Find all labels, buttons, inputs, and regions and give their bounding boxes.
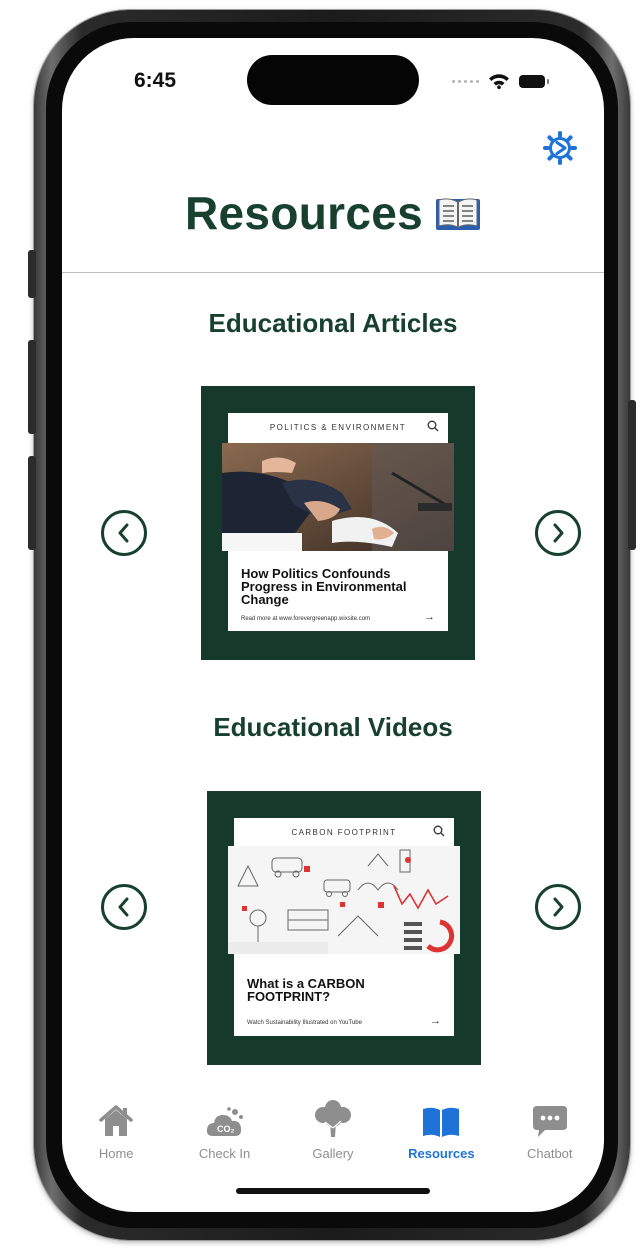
- arrow-right-icon: →: [430, 1015, 441, 1027]
- articles-next-button[interactable]: [535, 510, 581, 556]
- chevron-left-icon: [118, 897, 129, 917]
- tab-chatbot[interactable]: Chatbot: [496, 1098, 604, 1168]
- articles-prev-button[interactable]: [101, 510, 147, 556]
- power-button: [628, 400, 636, 550]
- chevron-right-icon: [553, 897, 564, 917]
- video-headline: What is a CARBON FOOTPRINT?: [247, 976, 365, 1004]
- book-icon: [423, 1107, 460, 1137]
- status-icons: [452, 71, 549, 91]
- open-book-emoji-icon: [435, 189, 481, 243]
- article-category-text: POLITICS & ENVIRONMENT: [269, 422, 407, 432]
- page-title-text: Resources: [185, 187, 423, 239]
- article-category: POLITICS & ENVIRONMENT: [228, 413, 448, 441]
- article-card-inner: POLITICS & ENVIRONMENT How Politics Conf…: [222, 413, 454, 631]
- chevron-right-icon: [553, 523, 564, 543]
- search-icon: [427, 420, 439, 432]
- co2-cloud-icon: CO₂: [206, 1107, 243, 1136]
- tree-icon: [314, 1100, 351, 1137]
- gear-icon: [543, 131, 577, 165]
- status-time: 6:45: [134, 69, 177, 92]
- video-footer: Watch Sustainability Illustrated on YouT…: [247, 1020, 362, 1026]
- app-screen: 6:45 Resources Educational Articles POLI…: [62, 38, 604, 1212]
- videos-next-button[interactable]: [535, 884, 581, 930]
- tab-label-check-in: Check In: [198, 1146, 251, 1161]
- tab-check-in[interactable]: CO₂ Check In: [170, 1098, 278, 1168]
- house-icon: [99, 1105, 133, 1136]
- signal-dots-icon: [452, 79, 479, 83]
- article-footer: Read more at www.forevergreenapp.wixsite…: [241, 616, 371, 622]
- article-photo-meeting: [222, 443, 454, 551]
- article-headline: How Politics Confounds Progress in Envir…: [241, 566, 407, 607]
- videos-prev-button[interactable]: [101, 884, 147, 930]
- tab-home[interactable]: Home: [62, 1098, 170, 1168]
- articles-section-title: Educational Articles: [208, 308, 458, 338]
- video-category: CARBON FOOTPRINT: [234, 818, 454, 846]
- video-thumbnail-sketch: [228, 846, 460, 954]
- video-category-text: CARBON FOOTPRINT: [291, 827, 397, 837]
- header-divider: [62, 272, 604, 273]
- svg-text:CO₂: CO₂: [217, 1124, 235, 1134]
- tab-label-gallery: Gallery: [312, 1146, 354, 1161]
- chevron-left-icon: [118, 523, 129, 543]
- dynamic-island: [247, 55, 419, 105]
- volume-down-button: [28, 456, 36, 550]
- tab-label-resources: Resources: [408, 1146, 475, 1161]
- home-indicator[interactable]: [236, 1188, 430, 1194]
- tab-bar: Home CO₂ Check In Gallery Resources Chat…: [62, 1098, 604, 1168]
- video-card-inner: CARBON FOOTPRINT What is a CARBON FOOTPR…: [228, 818, 460, 1036]
- battery-icon: [519, 74, 549, 88]
- tab-label-chatbot: Chatbot: [526, 1146, 573, 1161]
- tab-label-home: Home: [98, 1146, 134, 1161]
- silent-switch: [28, 250, 36, 298]
- tab-resources[interactable]: Resources: [387, 1098, 495, 1168]
- chat-bubble-icon: [532, 1106, 567, 1137]
- volume-up-button: [28, 340, 36, 434]
- page-title: Resources: [62, 186, 604, 243]
- settings-button[interactable]: [540, 128, 580, 168]
- tab-gallery[interactable]: Gallery: [279, 1098, 387, 1168]
- article-card[interactable]: POLITICS & ENVIRONMENT How Politics Conf…: [201, 386, 475, 660]
- arrow-right-icon: →: [424, 611, 435, 623]
- wifi-icon: [489, 74, 509, 89]
- video-card[interactable]: CARBON FOOTPRINT What is a CARBON FOOTPR…: [207, 791, 481, 1065]
- videos-section-title: Educational Videos: [213, 712, 453, 742]
- search-icon: [433, 825, 445, 837]
